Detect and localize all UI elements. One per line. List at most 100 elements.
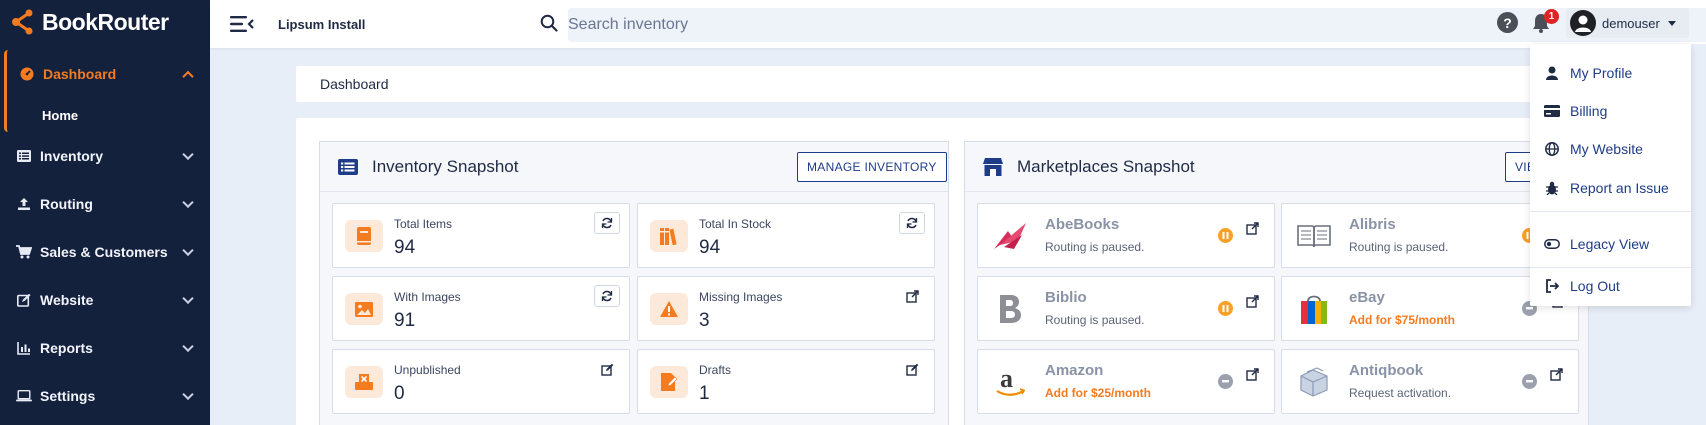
marketplace-tile-biblio[interactable]: Biblio Routing is paused. [977, 276, 1275, 341]
sidebar-item-reports[interactable]: Reports [0, 324, 210, 372]
external-link-icon[interactable] [1550, 368, 1563, 381]
unpublished-icon [345, 366, 383, 398]
caret-down-icon [1667, 20, 1676, 26]
menu-item-label: Log Out [1570, 278, 1620, 294]
sidebar-nav: Dashboard Home Inventory Routing Sales &… [0, 50, 210, 420]
chevron-down-icon [182, 244, 194, 257]
pause-icon[interactable] [1218, 301, 1233, 316]
marketplaces-snapshot-header: Marketplaces Snapshot [965, 142, 1588, 192]
logo[interactable]: BookRouter [0, 0, 210, 44]
menu-item-label: My Website [1570, 141, 1643, 157]
logo-text: BookRouter [42, 8, 169, 35]
marketplace-name: eBay [1349, 289, 1385, 306]
tile-value: 94 [699, 237, 721, 258]
sidebar-item-routing[interactable]: Routing [0, 180, 210, 228]
menu-item-legacy-view[interactable]: Legacy View [1530, 229, 1691, 259]
search-icon[interactable] [540, 14, 558, 32]
inventory-tile-total-items[interactable]: Total Items 94 [332, 203, 630, 268]
inventory-tile-drafts[interactable]: Drafts 1 [637, 349, 935, 414]
menu-item-my-website[interactable]: My Website [1530, 134, 1691, 164]
sidebar-item-settings[interactable]: Settings [0, 372, 210, 420]
edit-icon[interactable] [594, 358, 620, 380]
toggle-icon [1544, 239, 1560, 249]
marketplace-tile-abebooks[interactable]: AbeBooks Routing is paused. [977, 203, 1275, 268]
ebay-logo-icon [1294, 289, 1334, 329]
sidebar-item-label: Dashboard [43, 66, 117, 82]
marketplace-name: Antiqbook [1349, 362, 1424, 379]
sidebar-item-website[interactable]: Website [0, 276, 210, 324]
marketplace-tile-alibris[interactable]: Alibris Routing is paused. [1281, 203, 1537, 268]
menu-divider [1530, 211, 1691, 212]
menu-item-label: Billing [1570, 103, 1608, 119]
avatar-icon [1570, 10, 1596, 36]
inventory-tile-total-in-stock[interactable]: Total In Stock 94 [637, 203, 935, 268]
page-scrollbar[interactable] [1690, 44, 1706, 425]
inventory-tile-unpublished[interactable]: Unpublished 0 [332, 349, 630, 414]
external-link-icon[interactable] [1246, 295, 1259, 308]
external-link-icon[interactable] [899, 285, 925, 307]
books-shelf-icon [650, 220, 688, 252]
menu-item-billing[interactable]: Billing [1530, 96, 1691, 126]
manage-inventory-button[interactable]: MANAGE INVENTORY [797, 152, 947, 182]
inventory-snapshot-title: Inventory Snapshot [372, 156, 519, 176]
external-link-icon[interactable] [1246, 368, 1259, 381]
sidebar-group-dashboard: Dashboard Home [4, 50, 210, 132]
menu-item-log-out[interactable]: Log Out [1530, 271, 1691, 301]
edit-square-icon [16, 292, 32, 308]
store-icon [983, 157, 1003, 176]
marketplace-tile-antiqbook[interactable]: Antiqbook Request activation. [1281, 349, 1579, 414]
sidebar-subitem-home[interactable]: Home [7, 98, 210, 132]
breadcrumb-card: Dashboard [296, 66, 1541, 102]
user-icon [1544, 66, 1560, 80]
sidebar: BookRouter Dashboard Home Inventory Rout… [0, 0, 210, 425]
marketplace-status: Add for $75/month [1349, 313, 1456, 327]
help-icon[interactable]: ? [1497, 12, 1518, 33]
globe-icon [1544, 142, 1560, 156]
chevron-down-icon [182, 196, 194, 209]
tile-value: 3 [699, 310, 710, 331]
marketplace-tile-amazon[interactable]: a Amazon Add for $25/month [977, 349, 1275, 414]
biblio-logo-icon [990, 289, 1030, 329]
notification-badge: 1 [1544, 9, 1559, 24]
abebooks-logo-icon [990, 216, 1030, 256]
inventory-tile-with-images[interactable]: With Images 91 [332, 276, 630, 341]
book-icon [345, 220, 383, 252]
cart-icon [16, 244, 32, 260]
sidebar-item-label: Reports [40, 340, 93, 356]
inventory-tile-missing-images[interactable]: Missing Images 3 [637, 276, 935, 341]
user-menu-button[interactable]: demouser [1566, 8, 1689, 38]
chevron-down-icon [182, 340, 194, 353]
marketplace-name: AbeBooks [1045, 216, 1120, 233]
refresh-icon[interactable] [899, 212, 925, 234]
tile-label: Total In Stock [699, 217, 772, 231]
sidebar-item-label: Inventory [40, 148, 104, 164]
sidebar-item-sales-customers[interactable]: Sales & Customers [0, 228, 210, 276]
menu-item-report-issue[interactable]: Report an Issue [1530, 173, 1691, 203]
edit-icon[interactable] [899, 358, 925, 380]
external-link-icon[interactable] [1246, 222, 1259, 235]
menu-item-my-profile[interactable]: My Profile [1530, 58, 1691, 88]
disabled-icon[interactable] [1218, 374, 1233, 389]
refresh-icon[interactable] [594, 212, 620, 234]
sidebar-item-inventory[interactable]: Inventory [0, 132, 210, 180]
sidebar-item-label: Settings [40, 388, 96, 404]
search-input[interactable] [568, 8, 1698, 42]
menu-toggle-icon[interactable] [230, 14, 254, 34]
sidebar-item-label: Routing [40, 196, 93, 212]
tile-label: With Images [394, 290, 461, 304]
marketplace-status: Routing is paused. [1045, 240, 1145, 254]
svg-text:a: a [1000, 367, 1013, 393]
menu-item-label: My Profile [1570, 65, 1633, 81]
chevron-down-icon [182, 292, 194, 305]
refresh-icon[interactable] [594, 285, 620, 307]
menu-item-label: Legacy View [1570, 236, 1650, 252]
list-icon [338, 158, 358, 175]
pause-icon[interactable] [1218, 228, 1233, 243]
tile-value: 0 [394, 383, 405, 404]
sidebar-item-dashboard[interactable]: Dashboard [7, 50, 210, 98]
marketplace-name: Biblio [1045, 289, 1087, 306]
tile-value: 1 [699, 383, 710, 404]
tile-label: Drafts [699, 363, 732, 377]
disabled-icon[interactable] [1522, 374, 1537, 389]
menu-divider [1530, 267, 1691, 268]
